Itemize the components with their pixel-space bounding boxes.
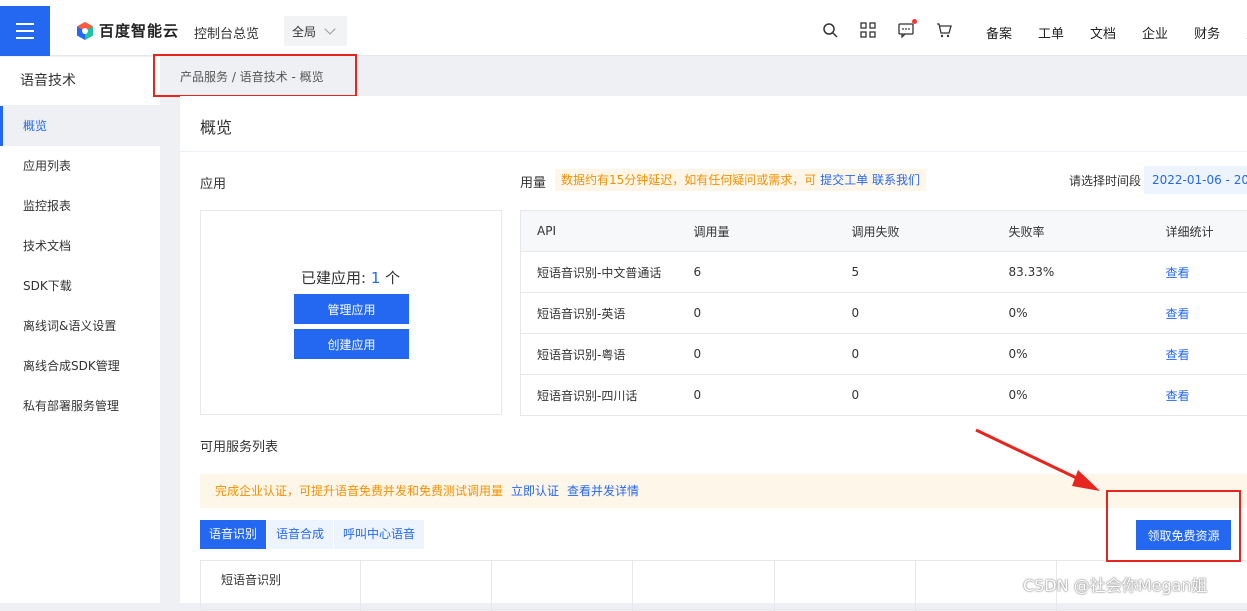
page-title: 概览 [200, 114, 232, 138]
services-label: 可用服务列表 [200, 436, 278, 455]
column-header: 调用量 [678, 211, 836, 252]
column-header: 调用失败 [836, 211, 993, 252]
view-concurrency-link[interactable]: 查看并发详情 [567, 484, 639, 498]
table-row: 短语音识别-英语 0 0 0% 查看 [521, 293, 1247, 334]
chevron-down-icon [324, 23, 335, 34]
sidebar-item-private-deploy[interactable]: 私有部署服务管理 [0, 386, 160, 426]
column-header: 详细统计 [1150, 211, 1247, 252]
time-range-label: 请选择时间段 [1069, 172, 1141, 189]
table-row: 短语音识别-四川话 0 0 0% 查看 [521, 375, 1247, 416]
nav-ticket[interactable]: 工单 [1038, 23, 1064, 42]
time-range-picker[interactable]: 2022-01-06 - 2022-01-12 [1144, 166, 1247, 194]
usage-table: API 调用量 调用失败 失败率 详细统计 短语音识别-中文普通话 6 5 83… [520, 210, 1247, 416]
table-row: 短语音识别-粤语 0 0 0% 查看 [521, 334, 1247, 375]
sidebar-item-docs[interactable]: 技术文档 [0, 226, 160, 266]
menu-icon [16, 23, 34, 25]
column-header: 失败率 [993, 211, 1150, 252]
sidebar-title: 语音技术 [0, 57, 160, 106]
view-detail-link[interactable]: 查看 [1166, 307, 1190, 321]
app-count: 已建应用: 1 个 [301, 267, 400, 288]
contact-us-link[interactable]: 联系我们 [872, 173, 920, 187]
notification-dot [912, 19, 917, 24]
baidu-cloud-logo[interactable]: 百度智能云 [75, 20, 179, 41]
nav-enterprise[interactable]: 企业 [1142, 23, 1168, 42]
app-section-label: 应用 [200, 173, 226, 192]
tab-speech-synthesis[interactable]: 语音合成 [267, 520, 333, 549]
table-cell: 短语音识别 [201, 561, 361, 611]
annotation-box-breadcrumb [153, 54, 357, 97]
top-navbar: 百度智能云 控制台总览 全局 备案 工单 文档 企业 财务 生态 [0, 0, 1247, 56]
app-card: 已建应用: 1 个 管理应用 创建应用 [200, 210, 502, 415]
region-value: 全局 [292, 23, 316, 40]
view-detail-link[interactable]: 查看 [1166, 266, 1190, 280]
sidebar-item-overview[interactable]: 概览 [0, 106, 160, 146]
sidebar: 语音技术 概览 应用列表 监控报表 技术文档 SDK下载 离线词&语义设置 离线… [0, 57, 160, 603]
nav-beian[interactable]: 备案 [986, 23, 1012, 42]
main-content: 概览 应用 已建应用: 1 个 管理应用 创建应用 用量 数据约有15分钟延迟，… [180, 96, 1247, 603]
cart-icon[interactable] [936, 22, 952, 41]
enterprise-auth-notice: 完成企业认证，可提升语音免费并发和免费测试调用量立即认证查看并发详情 [200, 474, 1247, 508]
column-header: API [521, 211, 678, 252]
search-icon[interactable] [822, 22, 838, 41]
submit-ticket-link[interactable]: 提交工单 [820, 173, 868, 187]
apps-grid-icon[interactable] [860, 22, 876, 41]
console-overview-link[interactable]: 控制台总览 [194, 23, 259, 42]
nav-finance[interactable]: 财务 [1194, 23, 1220, 42]
view-detail-link[interactable]: 查看 [1166, 389, 1190, 403]
hamburger-menu-button[interactable] [0, 6, 50, 56]
annotation-box-claim-button [1106, 490, 1241, 562]
usage-notice: 数据约有15分钟延迟，如有任何疑问或需求，可 提交工单 联系我们 [555, 169, 926, 191]
logo-icon [75, 21, 95, 41]
sidebar-item-sdk-download[interactable]: SDK下载 [0, 266, 160, 306]
tab-speech-recognition[interactable]: 语音识别 [200, 520, 266, 549]
tab-call-center[interactable]: 呼叫中心语音 [334, 520, 424, 549]
logo-text: 百度智能云 [99, 20, 179, 41]
manage-app-button[interactable]: 管理应用 [294, 294, 409, 324]
message-icon[interactable] [898, 22, 914, 41]
sidebar-item-app-list[interactable]: 应用列表 [0, 146, 160, 186]
usage-label: 用量 [520, 172, 546, 191]
sidebar-item-offline-tts-sdk[interactable]: 离线合成SDK管理 [0, 346, 160, 386]
divider [180, 151, 1247, 152]
service-tabs: 语音识别 语音合成 呼叫中心语音 [200, 520, 425, 549]
verify-now-link[interactable]: 立即认证 [511, 484, 559, 498]
table-header-row: API 调用量 调用失败 失败率 详细统计 [521, 211, 1247, 252]
nav-docs[interactable]: 文档 [1090, 23, 1116, 42]
view-detail-link[interactable]: 查看 [1166, 348, 1190, 362]
sidebar-item-offline-words[interactable]: 离线词&语义设置 [0, 306, 160, 346]
sidebar-item-monitor[interactable]: 监控报表 [0, 186, 160, 226]
table-row: 短语音识别-中文普通话 6 5 83.33% 查看 [521, 252, 1247, 293]
app-count-number: 1 [371, 269, 381, 287]
region-select[interactable]: 全局 [284, 16, 347, 46]
create-app-button[interactable]: 创建应用 [294, 329, 409, 359]
csdn-watermark: CSDN @社会你Megan姐 [1023, 572, 1207, 596]
